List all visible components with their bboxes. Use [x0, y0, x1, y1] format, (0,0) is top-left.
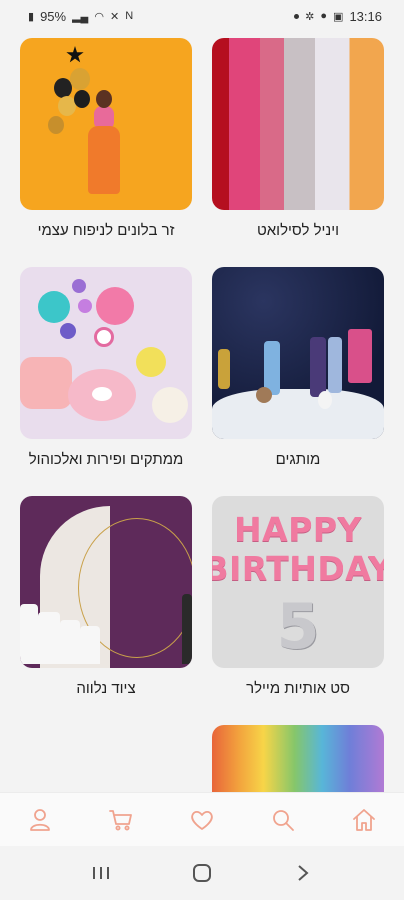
image-text-happy: HAPPY — [234, 510, 362, 549]
signal-icon: ▂▄ — [72, 10, 89, 23]
heart-icon — [191, 810, 213, 830]
image-number-balloon: 5 — [276, 590, 320, 663]
category-card-balloon-bouquet[interactable]: זר בלונים לניפוח עצמי — [20, 38, 192, 239]
mute-icon: ✕ — [109, 10, 120, 23]
app-notification-icon: ● — [320, 10, 328, 22]
status-left: ▮ 95% ▂▄ ◠ ✕ N — [28, 9, 133, 24]
category-label: ויניל לסילואט — [256, 222, 340, 239]
cart-nav-button[interactable] — [97, 796, 145, 844]
category-image-brands — [212, 267, 384, 439]
category-label: ממתקים ופירות ואלכוהול — [28, 451, 184, 468]
user-icon — [30, 808, 51, 831]
image-text-birthday: BIRTHDAY — [212, 549, 384, 588]
category-label: מותגים — [275, 451, 321, 468]
wifi-icon: ◠ — [94, 10, 104, 23]
search-nav-button[interactable] — [259, 796, 307, 844]
home-nav-button[interactable] — [340, 796, 388, 844]
recents-button[interactable] — [77, 851, 125, 895]
clock: 13:16 — [349, 8, 382, 24]
gallery-icon: ▣ — [333, 10, 344, 23]
nfc-icon: N — [125, 10, 134, 22]
notification-dot-icon — [294, 13, 300, 19]
category-label: סט אותיות מיילר — [246, 680, 350, 697]
category-card-mylar-letters[interactable]: HAPPY BIRTHDAY 5 סט אותיות מיילר — [212, 496, 384, 697]
bottom-nav — [0, 792, 404, 846]
system-home-button[interactable] — [178, 851, 226, 895]
status-bar: ▮ 95% ▂▄ ◠ ✕ N ✲ ● ▣ 13:16 — [0, 0, 404, 32]
category-card-rainbow[interactable] — [212, 725, 384, 792]
category-card-sweets[interactable]: ממתקים ופירות ואלכוהול — [20, 267, 192, 468]
category-card-brands[interactable]: מותגים — [212, 267, 384, 468]
category-card-equipment[interactable]: ציוד נלווה — [20, 496, 192, 697]
back-button[interactable] — [279, 851, 327, 895]
category-label: זר בלונים לניפוח עצמי — [37, 222, 175, 239]
category-image-equipment — [20, 496, 192, 668]
home-button-icon — [192, 864, 211, 882]
category-image-mylar-letters: HAPPY BIRTHDAY 5 — [212, 496, 384, 668]
category-label: ציוד נלווה — [76, 680, 136, 697]
home-icon — [352, 808, 375, 831]
category-image-vinyl — [212, 38, 384, 210]
category-card-vinyl[interactable]: ויניל לסילואט — [212, 38, 384, 239]
category-image-sweets — [20, 267, 192, 439]
favorites-nav-button[interactable] — [178, 796, 226, 844]
status-right: ✲ ● ▣ 13:16 — [294, 9, 382, 24]
system-nav-bar — [0, 846, 404, 900]
cart-icon — [109, 809, 133, 830]
category-image-rainbow — [212, 725, 384, 792]
category-grid: ויניל לסילואט זר בלונים לניפוח עצמי מותג… — [0, 32, 404, 792]
battery-icon: ▮ — [28, 10, 35, 23]
recents-icon — [92, 867, 109, 879]
search-icon — [272, 809, 294, 831]
settings-icon: ✲ — [305, 10, 315, 23]
profile-nav-button[interactable] — [16, 796, 64, 844]
battery-percent: 95% — [40, 8, 67, 24]
back-icon — [298, 865, 309, 881]
category-image-balloon-bouquet — [20, 38, 192, 210]
